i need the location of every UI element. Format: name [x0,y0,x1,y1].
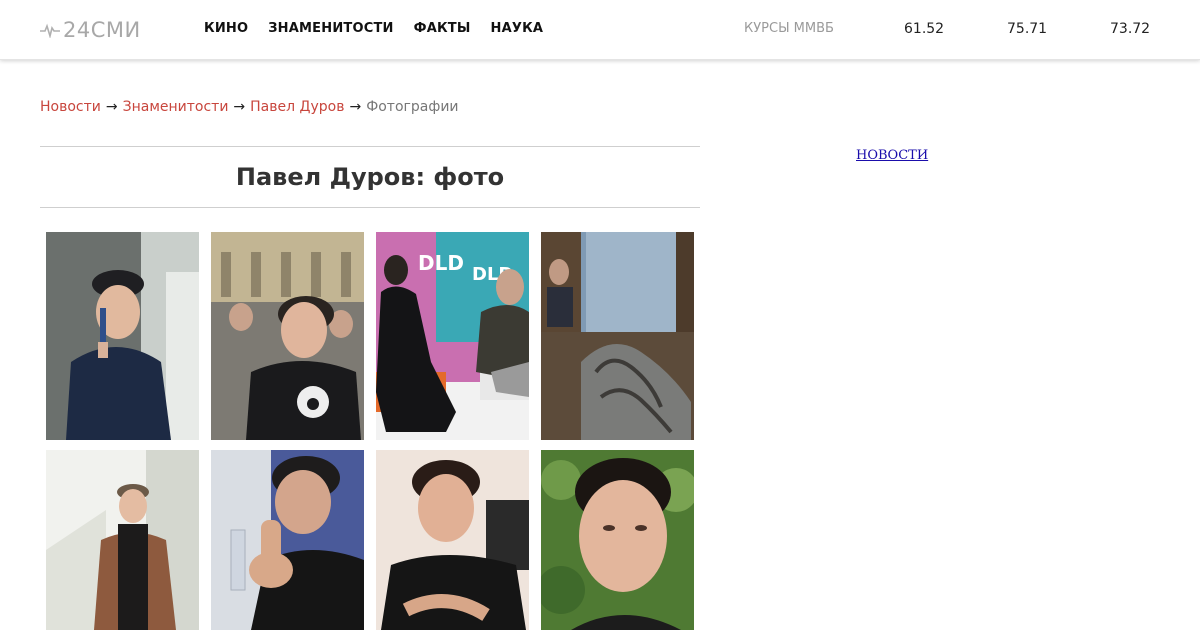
side-news-link[interactable]: НОВОСТИ [856,148,928,163]
breadcrumb-celebrities[interactable]: Знаменитости [123,99,229,115]
photo-image [46,232,199,440]
nav-kino[interactable]: КИНО [204,20,248,38]
photo-image: DLD DLD [376,232,529,440]
nav-science[interactable]: НАУКА [491,20,544,38]
breadcrumb-current: Фотографии [366,99,459,115]
photo-image [46,450,199,630]
site-logo[interactable]: 24СМИ [40,15,141,45]
breadcrumb-separator: → [233,99,246,115]
photo-thumbnail-4[interactable] [541,232,694,440]
breadcrumb-durov[interactable]: Павел Дуров [250,99,344,115]
rate-value-1: 61.52 [904,21,945,37]
nav-facts[interactable]: ФАКТЫ [414,20,471,38]
pulse-icon [40,23,60,38]
photo-thumbnail-2[interactable] [211,232,364,440]
breadcrumb-news[interactable]: Новости [40,99,101,115]
banner-text: DLD [418,251,464,275]
photo-thumbnail-5[interactable] [46,450,199,630]
photo-image [211,450,364,630]
photo-image [541,232,694,440]
breadcrumb-separator: → [105,99,118,115]
breadcrumb: Новости → Знаменитости → Павел Дуров → Фотогра… [40,98,459,116]
page-title: Павел Дуров: фото [235,163,505,191]
breadcrumb-separator: → [349,99,362,115]
photo-image [376,450,529,630]
photo-thumbnail-7[interactable] [376,450,529,630]
photo-thumbnail-3[interactable]: DLD DLD [376,232,529,440]
rates-label: КУРСЫ ММВБ [744,21,834,36]
photo-image [541,450,694,630]
site-header: 24СМИ КИНО ЗНАМЕНИТОСТИ ФАКТЫ НАУКА КУРС… [0,0,1200,60]
photo-thumbnail-1[interactable] [46,232,199,440]
photo-thumbnail-8[interactable] [541,450,694,630]
page-title-box: Павел Дуров: фото [40,146,700,208]
main-nav: КИНО ЗНАМЕНИТОСТИ ФАКТЫ НАУКА [204,20,563,38]
logo-text: 24СМИ [63,18,141,42]
nav-celebrities[interactable]: ЗНАМЕНИТОСТИ [268,20,393,38]
rate-value-2: 75.71 [1007,21,1048,37]
photo-image [211,232,364,440]
rate-value-3: 73.72 [1110,21,1151,37]
photo-thumbnail-6[interactable] [211,450,364,630]
